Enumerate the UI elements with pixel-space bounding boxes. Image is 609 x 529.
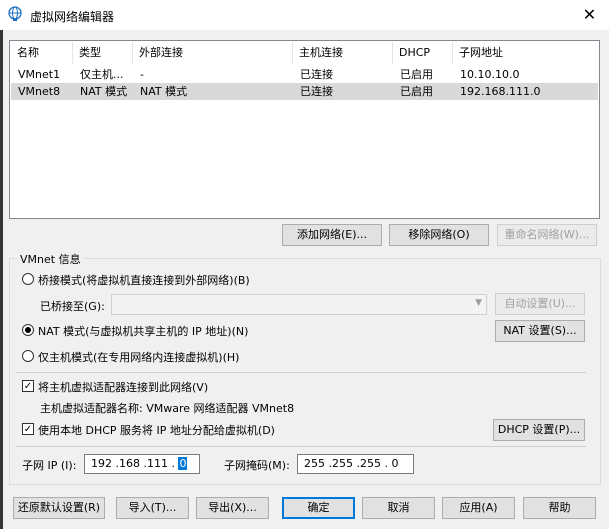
divider [16,372,586,373]
import-button[interactable]: 导入(T)... [116,497,189,519]
chevron-down-icon: ▼ [475,298,482,308]
bridged-label[interactable]: 桥接模式(将虚拟机直接连接到外部网络)(B) [38,272,250,288]
subnet-ip-label: 子网 IP (I): [22,459,77,472]
rename-network-button[interactable]: 重命名网络(W)... [497,224,597,246]
network-table[interactable]: 名称 类型 外部连接 主机连接 DHCP 子网地址 VMnet1 仅主机... … [9,40,600,219]
subnet-mask-label: 子网掩码(M): [224,459,290,472]
window-title: 虚拟网络编辑器 [30,10,115,24]
cell-host: 已连接 [300,85,333,98]
ok-button[interactable]: 确定 [282,497,355,519]
cell-dhcp: 已启用 [400,85,433,98]
close-icon[interactable]: ✕ [570,0,609,30]
subnet-ip-prefix: 192 .168 .111 . [91,457,179,470]
cell-subnet: 192.168.111.0 [460,85,541,98]
cell-external: - [140,68,144,81]
cell-external: NAT 模式 [140,85,188,98]
bridged-to-select[interactable]: ▼ [111,294,487,315]
nat-radio[interactable] [22,324,34,336]
bridged-to-label: 已桥接至(G): [40,300,105,313]
column-header-dhcp[interactable]: DHCP [393,42,453,64]
nat-label[interactable]: NAT 模式(与虚拟机共享主机的 IP 地址)(N) [38,323,248,339]
export-button[interactable]: 导出(X)... [196,497,269,519]
adapter-name-text: 主机虚拟适配器名称: VMware 网络适配器 VMnet8 [40,402,295,415]
cell-name: VMnet8 [18,85,61,98]
auto-settings-button[interactable]: 自动设置(U)... [495,293,585,315]
cancel-button[interactable]: 取消 [362,497,435,519]
dhcp-settings-button[interactable]: DHCP 设置(P)... [493,419,585,441]
globe-network-icon [7,6,23,22]
help-button[interactable]: 帮助 [523,497,596,519]
divider [16,446,586,447]
vmnet-info-label: VMnet 信息 [17,251,84,267]
dhcp-checkbox[interactable]: ✓ [22,423,34,435]
column-header-external[interactable]: 外部连接 [133,42,293,64]
nat-settings-button[interactable]: NAT 设置(S)... [495,320,585,342]
cell-dhcp: 已启用 [400,68,433,81]
hostonly-label[interactable]: 仅主机模式(在专用网络内连接虚拟机)(H) [38,349,239,365]
cell-subnet: 10.10.10.0 [460,68,520,81]
column-header-name[interactable]: 名称 [11,42,73,64]
subnet-ip-last-octet: 0 [178,457,188,470]
hostonly-radio[interactable] [22,350,34,362]
cell-type: NAT 模式 [80,85,128,98]
table-row[interactable]: VMnet1 仅主机... - 已连接 已启用 10.10.10.0 [11,66,598,83]
restore-defaults-button[interactable]: 还原默认设置(R) [13,497,105,519]
subnet-ip-field[interactable]: 192 .168 .111 . 0 [84,454,200,474]
window-edge [0,30,3,529]
remove-network-button[interactable]: 移除网络(O) [389,224,489,246]
cell-name: VMnet1 [18,68,61,81]
column-header-type[interactable]: 类型 [73,42,133,64]
add-network-button[interactable]: 添加网络(E)... [282,224,382,246]
connect-adapter-label[interactable]: 将主机虚拟适配器连接到此网络(V) [38,379,208,395]
dhcp-label[interactable]: 使用本地 DHCP 服务将 IP 地址分配给虚拟机(D) [38,422,275,438]
apply-button[interactable]: 应用(A) [442,497,515,519]
table-row[interactable]: VMnet8 NAT 模式 NAT 模式 已连接 已启用 192.168.111… [11,83,598,100]
column-header-host[interactable]: 主机连接 [293,42,393,64]
subnet-mask-field[interactable]: 255 .255 .255 . 0 [297,454,414,474]
connect-adapter-checkbox[interactable]: ✓ [22,380,34,392]
bridged-radio[interactable] [22,273,34,285]
column-header-subnet[interactable]: 子网地址 [453,42,563,64]
cell-type: 仅主机... [80,68,124,81]
cell-host: 已连接 [300,68,333,81]
